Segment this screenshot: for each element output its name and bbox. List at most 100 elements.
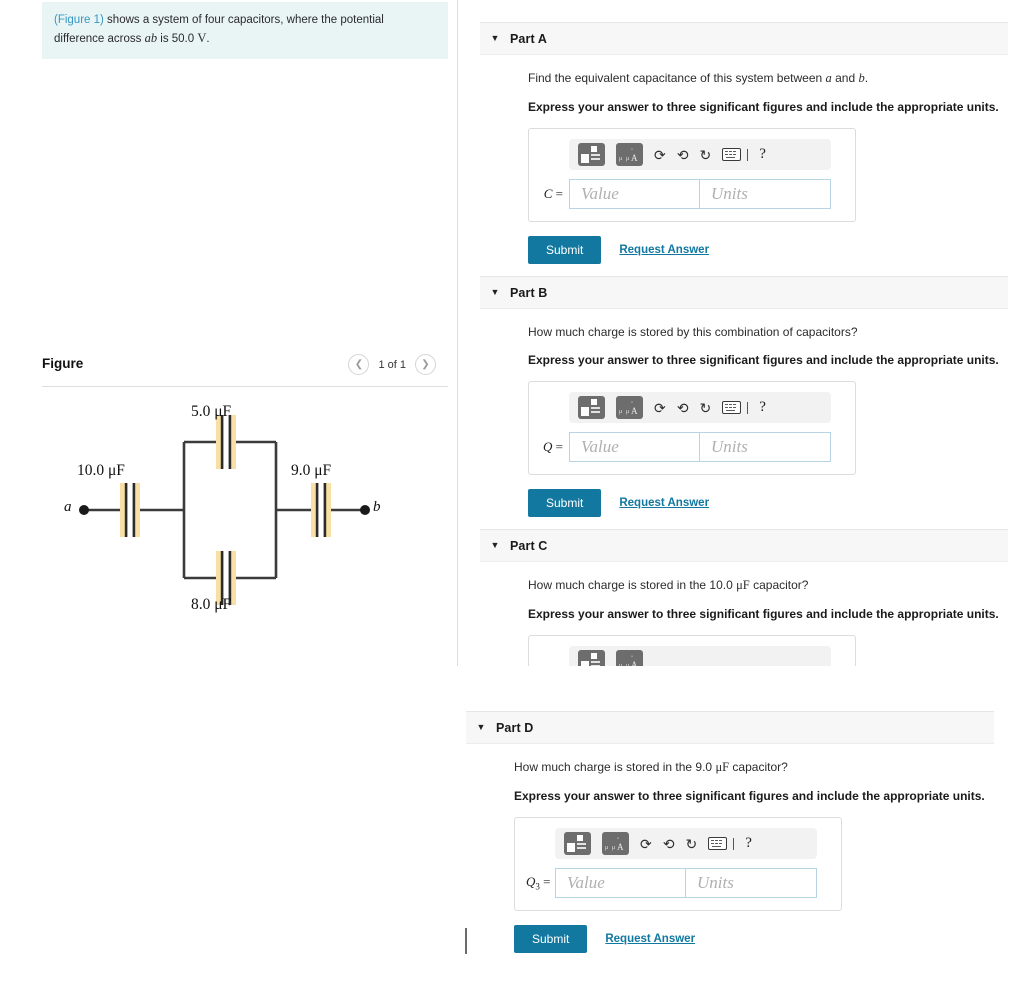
circuit-figure: a b 10.0 μF 5.0 μF 8.0 μF 9.0 μF: [60, 400, 450, 620]
part-b-body: How much charge is stored by this combin…: [480, 309, 1008, 517]
part-d-unit: μF: [715, 760, 730, 774]
part-d-prompt: How much charge is stored in the 9.0 μF …: [514, 760, 994, 775]
undo-icon[interactable]: ⟳: [654, 401, 666, 415]
part-b-submit-button[interactable]: Submit: [528, 489, 602, 517]
part-d-field-row: Q3 = Value Units: [526, 868, 830, 898]
help-icon[interactable]: ?: [759, 147, 766, 162]
part-d-field-label: Q3 =: [526, 874, 551, 892]
text-cursor-icon: [733, 837, 735, 850]
part-c-section: ▼ Part C How much charge is stored in th…: [480, 529, 1008, 666]
chevron-down-icon[interactable]: ▼: [466, 723, 496, 732]
chevron-down-icon[interactable]: ▼: [480, 288, 510, 297]
part-c-unit: μF: [736, 578, 750, 592]
text-cursor-icon: [747, 148, 749, 161]
part-b-toolbar: μ μ ˚ A ⟳ ⟳ ↻ ?: [569, 392, 831, 423]
part-d-header[interactable]: ▼ Part D: [466, 711, 994, 744]
part-d-units-input[interactable]: Units: [686, 868, 817, 898]
chevron-down-icon[interactable]: ▼: [480, 541, 510, 550]
terminal-a-dot: [79, 505, 89, 515]
ab-variable: ab: [144, 30, 158, 45]
part-c-title: Part C: [510, 538, 548, 553]
reset-icon[interactable]: ↻: [685, 837, 697, 851]
undo-icon[interactable]: ⟳: [654, 148, 666, 162]
part-d-request-answer-link[interactable]: Request Answer: [605, 933, 695, 945]
chevron-down-icon[interactable]: ▼: [480, 34, 510, 43]
part-d-symbol: Q: [526, 874, 536, 890]
chevron-left-icon[interactable]: ❮: [348, 354, 370, 375]
units-template-icon[interactable]: μ μ ˚ A: [616, 650, 643, 666]
redo-icon[interactable]: ⟳: [663, 836, 675, 852]
figure-1-link[interactable]: (Figure 1): [54, 14, 104, 26]
part-d-value-input[interactable]: Value: [555, 868, 686, 898]
capacitor-5uF: [216, 415, 236, 469]
part-a-request-answer-link[interactable]: Request Answer: [619, 244, 709, 256]
undo-icon[interactable]: ⟳: [640, 837, 652, 851]
part-c-prompt-post: capacitor?: [749, 578, 809, 592]
part-c-body: How much charge is stored in the 10.0 μF…: [480, 562, 1008, 666]
keyboard-icon[interactable]: [722, 401, 742, 414]
reset-icon[interactable]: ↻: [699, 401, 711, 415]
capacitor-9uF: [311, 483, 331, 537]
part-a-title: Part A: [510, 31, 547, 46]
part-a-toolbar: μ μ ˚ A ⟳ ⟳ ↻ ?: [569, 139, 831, 170]
part-a-submit-button[interactable]: Submit: [528, 236, 602, 264]
capacitor-circuit-svg: [79, 415, 370, 605]
part-d-actions: Submit Request Answer: [514, 925, 994, 953]
units-template-icon[interactable]: μ μ ˚ A: [602, 832, 629, 855]
part-c-prompt-pre: How much charge is stored in the 10.0: [528, 578, 737, 592]
part-a-prompt-post: .: [864, 71, 869, 85]
redo-icon[interactable]: ⟳: [677, 147, 689, 163]
part-b-value-input[interactable]: Value: [569, 432, 700, 462]
help-icon[interactable]: ?: [759, 400, 766, 415]
capacitor-8uF: [216, 551, 236, 605]
part-d-title: Part D: [496, 720, 534, 735]
units-template-icon[interactable]: μ μ ˚ A: [616, 396, 643, 419]
problem-text-part1: shows a system of four capacitors, where…: [54, 14, 384, 45]
help-icon[interactable]: ?: [745, 836, 752, 851]
part-d-submit-button[interactable]: Submit: [514, 925, 588, 953]
part-a-value-input[interactable]: Value: [569, 179, 700, 209]
part-c-prompt: How much charge is stored in the 10.0 μF…: [528, 578, 1008, 593]
text-cursor-icon: [747, 401, 749, 414]
keyboard-icon[interactable]: [708, 837, 728, 850]
part-a-header[interactable]: ▼ Part A: [480, 22, 1008, 55]
part-b-units-input[interactable]: Units: [700, 432, 831, 462]
keyboard-icon[interactable]: [722, 148, 742, 161]
part-a-body: Find the equivalent capacitance of this …: [480, 55, 1008, 264]
capacitor-10uF: [120, 483, 140, 537]
left-panel: (Figure 1) shows a system of four capaci…: [0, 0, 457, 998]
part-b-request-answer-link[interactable]: Request Answer: [619, 497, 709, 509]
part-a-answer-box: μ μ ˚ A ⟳ ⟳ ↻ ? C = Value Units: [528, 128, 856, 222]
part-a-symbol: C: [543, 186, 553, 201]
part-a-instruction: Express your answer to three significant…: [528, 100, 999, 114]
terminal-b-dot: [360, 505, 370, 515]
reset-icon[interactable]: ↻: [699, 148, 711, 162]
math-template-icon[interactable]: [578, 143, 605, 166]
part-c-toolbar: μ μ ˚ A: [569, 646, 831, 666]
chevron-right-icon[interactable]: ❯: [415, 354, 436, 375]
part-c-instruction: Express your answer to three significant…: [528, 607, 999, 621]
math-template-icon[interactable]: [564, 832, 591, 855]
figure-header: Figure ❮ 1 of 1 ❯: [42, 352, 448, 386]
math-template-icon[interactable]: [578, 650, 605, 666]
part-d-prompt-pre: How much charge is stored in the 9.0: [514, 760, 716, 774]
part-c-header[interactable]: ▼ Part C: [480, 529, 1008, 562]
part-b-answer-box: μ μ ˚ A ⟳ ⟳ ↻ ? Q = Value Units: [528, 381, 856, 475]
figure-navigation: ❮ 1 of 1 ❯: [348, 354, 436, 375]
part-b-header[interactable]: ▼ Part B: [480, 276, 1008, 309]
part-b-field-row: Q = Value Units: [540, 432, 844, 462]
part-a-prompt: Find the equivalent capacitance of this …: [528, 71, 1008, 86]
part-b-prompt: How much charge is stored by this combin…: [528, 325, 858, 339]
part-b-field-label: Q =: [543, 439, 563, 454]
part-d-symbol-subscript: 3: [535, 881, 540, 892]
part-a-prompt-mid: and: [831, 71, 859, 85]
math-template-icon[interactable]: [578, 396, 605, 419]
part-a-field-row: C = Value Units: [540, 179, 844, 209]
part-a-units-input[interactable]: Units: [700, 179, 831, 209]
part-a-field-label: C =: [543, 186, 563, 201]
figure-title: Figure: [42, 356, 84, 371]
units-template-icon[interactable]: μ μ ˚ A: [616, 143, 643, 166]
redo-icon[interactable]: ⟳: [677, 400, 689, 416]
part-d-instruction: Express your answer to three significant…: [514, 789, 985, 803]
part-d-section: ▼ Part D How much charge is stored in th…: [466, 711, 994, 953]
